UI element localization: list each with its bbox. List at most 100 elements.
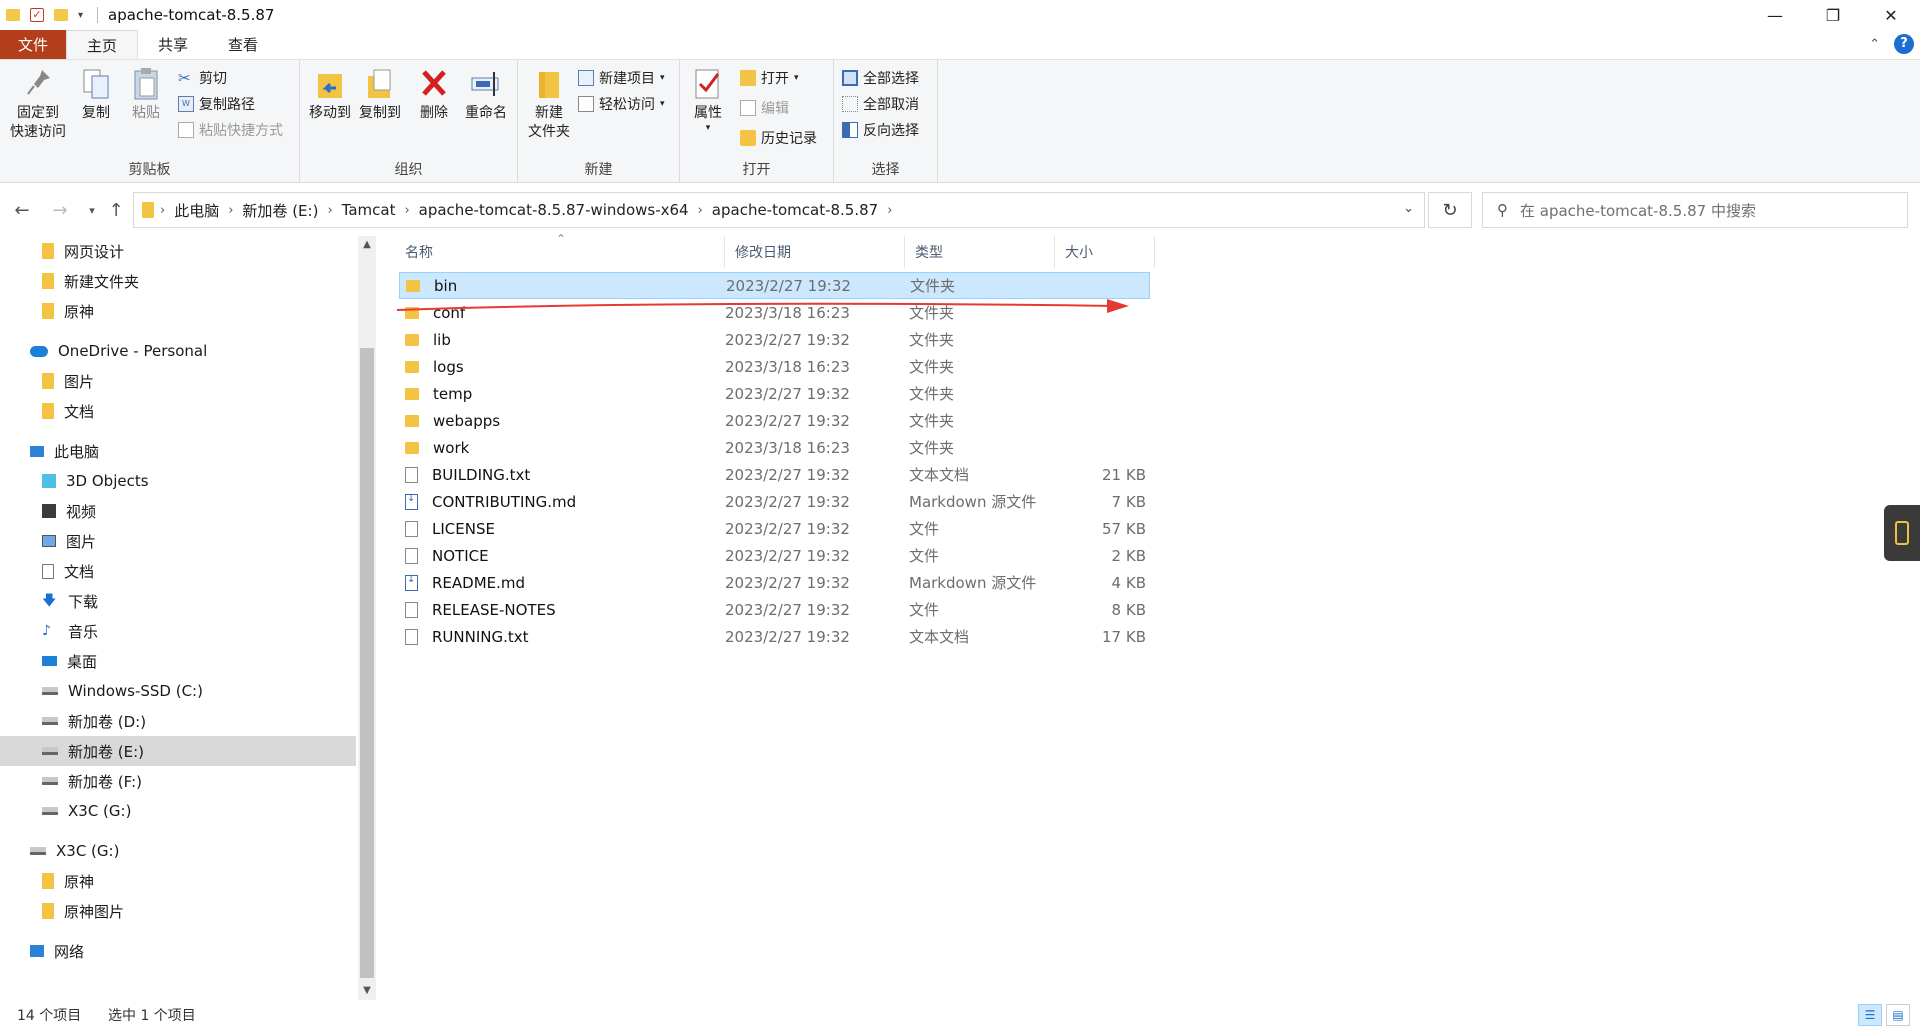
new-item-button[interactable]: 新建项目 ▾ xyxy=(578,68,665,88)
column-header-date[interactable]: 修改日期 xyxy=(725,236,905,268)
breadcrumb-tamcat[interactable]: Tamcat xyxy=(335,201,403,219)
nav-item[interactable]: 文档 xyxy=(0,556,356,586)
forward-button[interactable]: → xyxy=(48,196,72,224)
chevron-right-icon[interactable]: › xyxy=(158,203,167,218)
file-row[interactable]: lib 2023/2/27 19:32 文件夹 xyxy=(399,326,1150,353)
nav-item[interactable]: X3C (G:) xyxy=(0,796,356,826)
breadcrumb-drive-e[interactable]: 新加卷 (E:) xyxy=(235,200,325,221)
nav-item[interactable]: 图片 xyxy=(0,526,356,556)
tab-home[interactable]: 主页 xyxy=(66,30,139,59)
nav-item[interactable]: 文档 xyxy=(0,396,356,426)
file-row[interactable]: webapps 2023/2/27 19:32 文件夹 xyxy=(399,407,1150,434)
file-row[interactable]: temp 2023/2/27 19:32 文件夹 xyxy=(399,380,1150,407)
minimize-button[interactable]: — xyxy=(1746,0,1804,30)
chevron-right-icon[interactable]: › xyxy=(402,203,411,218)
properties-check-icon[interactable]: ✓ xyxy=(30,8,44,22)
close-button[interactable]: ✕ xyxy=(1862,0,1920,30)
large-icons-view-icon[interactable]: ▤ xyxy=(1886,1004,1910,1026)
chevron-down-icon[interactable]: ▾ xyxy=(78,10,83,21)
column-header-type[interactable]: 类型 xyxy=(905,236,1055,268)
chevron-right-icon[interactable]: › xyxy=(696,203,705,218)
nav-item[interactable]: ♪ 音乐 xyxy=(0,616,356,646)
breadcrumb-tomcat[interactable]: apache-tomcat-8.5.87 xyxy=(705,201,885,219)
recent-locations-button[interactable]: ▾ xyxy=(80,196,104,224)
back-button[interactable]: ← xyxy=(10,196,34,224)
file-row[interactable]: README.md 2023/2/27 19:32 Markdown 源文件 4 KB xyxy=(399,569,1150,596)
nav-item[interactable]: X3C (G:) xyxy=(0,836,356,866)
nav-item[interactable]: 桌面 xyxy=(0,646,356,676)
refresh-button[interactable]: ↻ xyxy=(1428,192,1472,228)
tab-file[interactable]: 文件 xyxy=(0,30,67,59)
select-none-button[interactable]: 全部取消 xyxy=(842,94,919,114)
cut-button[interactable]: ✂ 剪切 xyxy=(178,68,227,88)
details-view-icon[interactable]: ☰ xyxy=(1858,1004,1882,1026)
copy-path-button[interactable]: W 复制路径 xyxy=(178,94,255,114)
scroll-up-icon[interactable]: ▲ xyxy=(358,236,376,254)
easy-access-button[interactable]: 轻松访问 ▾ xyxy=(578,94,665,114)
nav-item[interactable]: 图片 xyxy=(0,366,356,396)
rename-button[interactable]: 重命名 xyxy=(460,66,512,123)
chevron-up-icon[interactable]: ⌃ xyxy=(1869,37,1880,52)
file-row[interactable]: BUILDING.txt 2023/2/27 19:32 文本文档 21 KB xyxy=(399,461,1150,488)
copy-to-button[interactable]: 复制到 xyxy=(356,66,404,123)
properties-button[interactable]: 属性 ▾ xyxy=(688,66,728,133)
history-button[interactable]: 历史记录 xyxy=(740,128,817,148)
scroll-down-icon[interactable]: ▼ xyxy=(358,982,376,1000)
help-icon[interactable]: ? xyxy=(1894,34,1914,54)
tab-view[interactable]: 查看 xyxy=(208,30,278,59)
nav-item[interactable]: 新加卷 (F:) xyxy=(0,766,356,796)
open-button[interactable]: 打开 ▾ xyxy=(740,68,799,88)
new-folder-icon[interactable] xyxy=(54,9,68,21)
file-row[interactable]: RUNNING.txt 2023/2/27 19:32 文本文档 17 KB xyxy=(399,623,1150,650)
file-name: temp xyxy=(433,384,473,403)
move-to-button[interactable]: 移动到 xyxy=(306,66,354,123)
chevron-right-icon[interactable]: › xyxy=(226,203,235,218)
edit-button[interactable]: 编辑 xyxy=(740,98,789,118)
file-row[interactable]: logs 2023/3/18 16:23 文件夹 xyxy=(399,353,1150,380)
tab-share[interactable]: 共享 xyxy=(138,30,208,59)
nav-item[interactable]: 原神 xyxy=(0,866,356,896)
column-header-size[interactable]: 大小 xyxy=(1055,236,1155,268)
chevron-down-icon[interactable]: ⌄ xyxy=(1403,201,1414,216)
nav-item[interactable]: 新加卷 (E:) xyxy=(0,736,356,766)
nav-item[interactable]: Windows-SSD (C:) xyxy=(0,676,356,706)
restore-button[interactable]: ❐ xyxy=(1804,0,1862,30)
nav-item[interactable]: 视频 xyxy=(0,496,356,526)
nav-scrollbar[interactable]: ▲ ▼ xyxy=(358,236,376,1000)
file-row[interactable]: RELEASE-NOTES 2023/2/27 19:32 文件 8 KB xyxy=(399,596,1150,623)
paste-button[interactable]: 粘贴 xyxy=(126,66,166,123)
paste-shortcut-button[interactable]: 粘贴快捷方式 xyxy=(178,120,283,140)
nav-item[interactable]: 新加卷 (D:) xyxy=(0,706,356,736)
file-row[interactable]: bin 2023/2/27 19:32 文件夹 xyxy=(399,272,1150,299)
delete-button[interactable]: 删除 xyxy=(414,66,454,123)
nav-item[interactable]: 🡇 下载 xyxy=(0,586,356,616)
file-row[interactable]: NOTICE 2023/2/27 19:32 文件 2 KB xyxy=(399,542,1150,569)
chevron-right-icon[interactable]: › xyxy=(325,203,334,218)
breadcrumb-this-pc[interactable]: 此电脑 xyxy=(167,200,226,221)
invert-selection-button[interactable]: 反向选择 xyxy=(842,120,919,140)
scrollbar-thumb[interactable] xyxy=(360,348,374,978)
nav-item[interactable]: 3D Objects xyxy=(0,466,356,496)
nav-item[interactable]: 此电脑 xyxy=(0,436,356,466)
nav-item[interactable]: 网络 xyxy=(0,936,356,966)
select-all-button[interactable]: 全部选择 xyxy=(842,68,919,88)
new-folder-button[interactable]: 新建 文件夹 xyxy=(524,66,574,142)
nav-item[interactable]: 原神 xyxy=(0,296,356,326)
nav-item-label: 音乐 xyxy=(68,622,99,641)
nav-item[interactable]: 原神图片 xyxy=(0,896,356,926)
file-row[interactable]: CONTRIBUTING.md 2023/2/27 19:32 Markdown 源… xyxy=(399,488,1150,515)
search-box[interactable]: ⚲ 在 apache-tomcat-8.5.87 中搜索 xyxy=(1482,192,1908,228)
nav-item[interactable]: 新建文件夹 xyxy=(0,266,356,296)
up-button[interactable]: ↑ xyxy=(104,196,128,224)
address-bar[interactable]: › 此电脑 › 新加卷 (E:) › Tamcat › apache-tomca… xyxy=(133,192,1425,228)
folder-icon[interactable] xyxy=(6,9,20,21)
file-row[interactable]: work 2023/3/18 16:23 文件夹 xyxy=(399,434,1150,461)
chevron-right-icon[interactable]: › xyxy=(885,203,894,218)
pin-quick-access-button[interactable]: 固定到 快速访问 xyxy=(10,66,66,142)
copy-button[interactable]: 复制 xyxy=(76,66,116,123)
nav-item[interactable]: 网页设计 xyxy=(0,236,356,266)
nav-item[interactable]: OneDrive - Personal xyxy=(0,336,356,366)
breadcrumb-tomcat-x64[interactable]: apache-tomcat-8.5.87-windows-x64 xyxy=(412,201,696,219)
file-row[interactable]: LICENSE 2023/2/27 19:32 文件 57 KB xyxy=(399,515,1150,542)
side-widget[interactable] xyxy=(1884,505,1920,561)
